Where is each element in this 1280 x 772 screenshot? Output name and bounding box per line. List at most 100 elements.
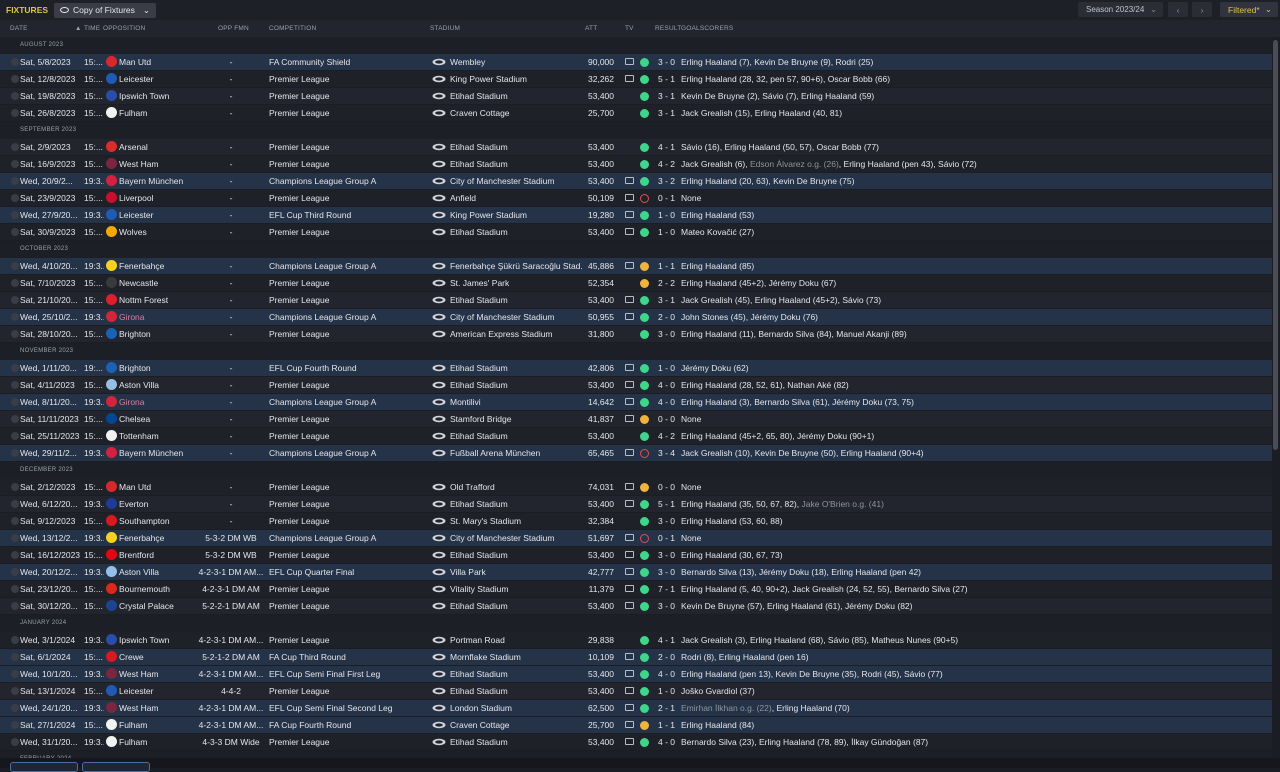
- tv-icon: [625, 585, 634, 592]
- col-result[interactable]: RESULT: [655, 25, 681, 32]
- col-time[interactable]: TIME: [84, 25, 100, 32]
- table-row[interactable]: Sat, 21/10/20... 15:... Nottm Forest - Premi…: [0, 292, 1272, 308]
- bottom-action-button-2[interactable]: [82, 762, 150, 772]
- view-selector[interactable]: Copy of Fixtures ⌄: [54, 2, 157, 18]
- row-select-dot[interactable]: [11, 721, 19, 729]
- row-select-dot[interactable]: [11, 449, 19, 457]
- row-select-dot[interactable]: [11, 296, 19, 304]
- attendance-cell: 14,642: [588, 397, 614, 407]
- table-row[interactable]: Sat, 16/12/2023 15:... Brentford 5-3-2 DM W…: [0, 547, 1272, 563]
- attendance-cell: 53,400: [588, 601, 614, 611]
- row-select-dot[interactable]: [11, 500, 19, 508]
- table-row[interactable]: Wed, 4/10/20...19:3...Fenerbahçe-Champio…: [0, 258, 1272, 274]
- table-row[interactable]: Sat, 6/1/2024 15:... Crewe 5-2-1-2 DM AM FA …: [0, 649, 1272, 665]
- table-row[interactable]: Wed, 3/1/202419:3...Ipswich Town4-2-3-1 …: [0, 632, 1272, 648]
- table-row[interactable]: Wed, 1/11/20... 19:... Brighton - EFL Cup Fo…: [0, 360, 1272, 376]
- table-row[interactable]: Wed, 24/1/20...19:3...West Ham4-2-3-1 DM…: [0, 700, 1272, 716]
- row-select-dot[interactable]: [11, 602, 19, 610]
- col-opp-fmn[interactable]: OPP FMN: [218, 25, 249, 32]
- table-row[interactable]: Wed, 8/11/20...19:3...Girona-Champions L…: [0, 394, 1272, 410]
- row-select-dot[interactable]: [11, 92, 19, 100]
- result-indicator-icon: [640, 92, 649, 101]
- row-select-dot[interactable]: [11, 704, 19, 712]
- table-row[interactable]: Sat, 27/1/2024 15:... Fulham 4-2-3-1 DM AM.…: [0, 717, 1272, 733]
- table-row[interactable]: Sat, 30/9/2023 15:... Wolves - Premier Leagu…: [0, 224, 1272, 240]
- row-select-dot[interactable]: [11, 585, 19, 593]
- row-select-dot[interactable]: [11, 568, 19, 576]
- col-date[interactable]: DATE: [10, 25, 28, 32]
- table-row[interactable]: Sat, 9/12/2023 15:... Southampton - Premier …: [0, 513, 1272, 529]
- row-select-dot[interactable]: [11, 160, 19, 168]
- row-select-dot[interactable]: [11, 279, 19, 287]
- score-cell: 4 - 2: [658, 431, 676, 441]
- row-select-dot[interactable]: [11, 551, 19, 559]
- row-select-dot[interactable]: [11, 75, 19, 83]
- prev-season-button[interactable]: ‹: [1168, 2, 1188, 17]
- row-select-dot[interactable]: [11, 211, 19, 219]
- table-row[interactable]: Wed, 6/12/20...19:3...Everton-Premier Le…: [0, 496, 1272, 512]
- row-select-dot[interactable]: [11, 177, 19, 185]
- table-row[interactable]: Sat, 19/8/2023 15:... Ipswich Town - Premier…: [0, 88, 1272, 104]
- club-crest-icon: [106, 226, 117, 237]
- table-row[interactable]: Sat, 5/8/2023 15:... Man Utd - FA Community …: [0, 54, 1272, 70]
- table-row[interactable]: Sat, 4/11/2023 15:... Aston Villa - Premier …: [0, 377, 1272, 393]
- table-row[interactable]: Sat, 11/11/2023 15:... Chelsea - Premier Lea…: [0, 411, 1272, 427]
- table-row[interactable]: Sat, 23/12/20... 15:... Bournemouth 4-2-3-1…: [0, 581, 1272, 597]
- row-select-dot[interactable]: [11, 330, 19, 338]
- table-row[interactable]: Wed, 29/11/2...19:3...Bayern München-Cha…: [0, 445, 1272, 461]
- col-goalscorers[interactable]: GOALSCORERS: [681, 25, 733, 32]
- col-competition[interactable]: COMPETITION: [269, 25, 316, 32]
- col-att[interactable]: ATT: [585, 25, 597, 32]
- table-row[interactable]: Wed, 27/9/20...19:3...Leicester-EFL Cup …: [0, 207, 1272, 223]
- table-row[interactable]: Sat, 23/9/2023 15:... Liverpool - Premier Le…: [0, 190, 1272, 206]
- row-select-dot[interactable]: [11, 228, 19, 236]
- row-select-dot[interactable]: [11, 313, 19, 321]
- row-select-dot[interactable]: [11, 143, 19, 151]
- row-select-dot[interactable]: [11, 653, 19, 661]
- table-row[interactable]: Wed, 13/12/2...19:3...Fenerbahçe5-3-2 DM…: [0, 530, 1272, 546]
- row-select-dot[interactable]: [11, 194, 19, 202]
- row-select-dot[interactable]: [11, 534, 19, 542]
- row-select-dot[interactable]: [11, 517, 19, 525]
- row-select-dot[interactable]: [11, 483, 19, 491]
- table-row[interactable]: Sat, 2/9/2023 15:... Arsenal - Premier Leagu…: [0, 139, 1272, 155]
- table-row[interactable]: Sat, 25/11/2023 15:... Tottenham - Premier L…: [0, 428, 1272, 444]
- table-row[interactable]: Wed, 25/10/2...19:3...Girona-Champions L…: [0, 309, 1272, 325]
- row-select-dot[interactable]: [11, 381, 19, 389]
- row-select-dot[interactable]: [11, 415, 19, 423]
- table-row[interactable]: Sat, 7/10/2023 15:... Newcastle - Premier Le…: [0, 275, 1272, 291]
- table-row[interactable]: Sat, 12/8/2023 15:... Leicester - Premier Le…: [0, 71, 1272, 87]
- scrollbar-thumb[interactable]: [1273, 40, 1278, 450]
- table-row[interactable]: Wed, 20/12/2...19:3...Aston Villa4-2-3-1…: [0, 564, 1272, 580]
- score-cell: 3 - 0: [658, 567, 676, 577]
- competition-cell: Champions League Group A: [269, 176, 377, 186]
- table-row[interactable]: Wed, 31/1/20...19:3...Fulham4-3-3 DM Wid…: [0, 734, 1272, 750]
- table-row[interactable]: Sat, 26/8/2023 15:... Fulham - Premier Leagu…: [0, 105, 1272, 121]
- table-row[interactable]: Sat, 28/10/20... 15:... Brighton - Premier L…: [0, 326, 1272, 342]
- row-select-dot[interactable]: [11, 58, 19, 66]
- row-select-dot[interactable]: [11, 364, 19, 372]
- col-opposition[interactable]: OPPOSITION: [103, 25, 145, 32]
- row-select-dot[interactable]: [11, 687, 19, 695]
- row-select-dot[interactable]: [11, 109, 19, 117]
- row-select-dot[interactable]: [11, 262, 19, 270]
- table-row[interactable]: Sat, 30/12/20... 15:... Crystal Palace 5-2-…: [0, 598, 1272, 614]
- date-cell: Wed, 31/1/20...: [20, 737, 78, 747]
- row-select-dot[interactable]: [11, 398, 19, 406]
- table-row[interactable]: Sat, 2/12/2023 15:... Man Utd - Premier Leag…: [0, 479, 1272, 495]
- table-row[interactable]: Sat, 16/9/2023 15:... West Ham - Premier Lea…: [0, 156, 1272, 172]
- row-select-dot[interactable]: [11, 432, 19, 440]
- table-row[interactable]: Wed, 20/9/2...19:3...Bayern München-Cham…: [0, 173, 1272, 189]
- bottom-action-button-1[interactable]: [10, 762, 78, 772]
- row-select-dot[interactable]: [11, 738, 19, 746]
- col-tv[interactable]: TV: [625, 25, 634, 32]
- row-select-dot[interactable]: [11, 636, 19, 644]
- col-stadium[interactable]: STADIUM: [430, 25, 460, 32]
- table-row[interactable]: Sat, 13/1/2024 15:... Leicester 4-4-2 Premie…: [0, 683, 1272, 699]
- next-season-button[interactable]: ›: [1192, 2, 1212, 17]
- season-selector[interactable]: Season 2023/24 ⌄: [1078, 2, 1163, 17]
- attendance-cell: 19,280: [588, 210, 614, 220]
- table-row[interactable]: Wed, 10/1/20...19:3...West Ham4-2-3-1 DM…: [0, 666, 1272, 682]
- row-select-dot[interactable]: [11, 670, 19, 678]
- filter-selector[interactable]: Filtered* ⌄: [1220, 2, 1278, 17]
